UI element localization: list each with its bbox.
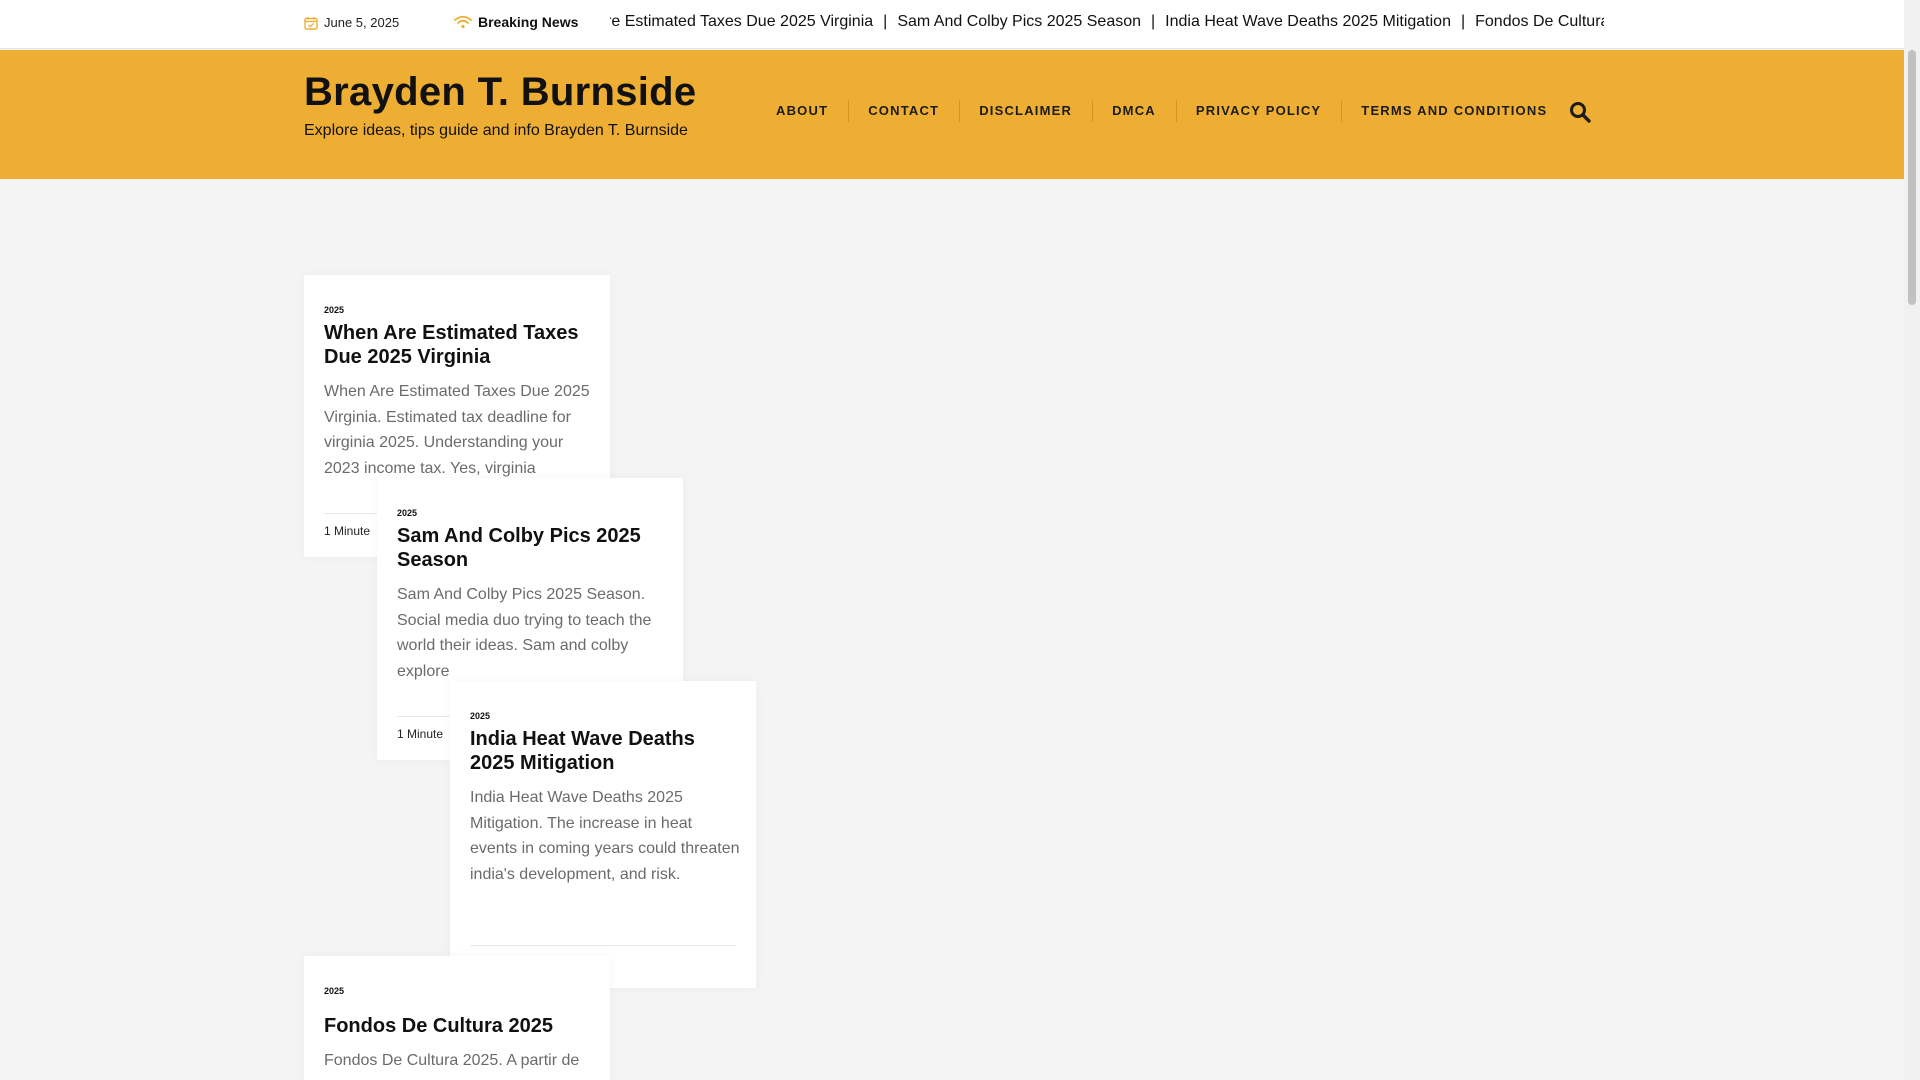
- ticker-track: When Are Estimated Taxes Due 2025 Virgin…: [610, 13, 1604, 31]
- post-category[interactable]: 2025: [397, 508, 417, 518]
- post-excerpt: When Are Estimated Taxes Due 2025 Virgin…: [324, 383, 590, 477]
- post-category[interactable]: 2025: [470, 711, 490, 721]
- post-title[interactable]: Sam And Colby Pics 2025 Season: [397, 524, 667, 572]
- nav-item-dmca[interactable]: DMCA: [1092, 100, 1176, 122]
- ticker-separator: |: [1151, 13, 1156, 30]
- site-tagline: Explore ideas, tips guide and info Brayd…: [304, 122, 688, 139]
- calendar-icon: [304, 16, 318, 30]
- post-card: 2025 India Heat Wave Deaths 2025 Mitigat…: [450, 681, 756, 988]
- post-read-time: 1 Minute: [397, 727, 444, 741]
- top-bar: June 5, 2025 Breaking News When Are Esti…: [0, 0, 1904, 49]
- scrollbar-thumb[interactable]: [1908, 50, 1916, 305]
- post-excerpt: Sam And Colby Pics 2025 Season. Social m…: [397, 586, 652, 680]
- post-read-time: 1 Minute: [324, 524, 371, 538]
- ticker-item[interactable]: Sam And Colby Pics 2025 Season: [897, 13, 1141, 31]
- main-nav: ABOUT CONTACT DISCLAIMER DMCA PRIVACY PO…: [756, 100, 1567, 122]
- ticker-separator: |: [1460, 13, 1466, 30]
- date-text: June 5, 2025: [324, 15, 400, 30]
- post-card: 2025 Fondos De Cultura 2025 Fondos De Cu…: [304, 956, 610, 1080]
- nav-item-contact[interactable]: CONTACT: [848, 100, 959, 122]
- nav-item-disclaimer[interactable]: DISCLAIMER: [959, 100, 1092, 122]
- page-scrollbar[interactable]: [1904, 0, 1920, 1080]
- news-ticker: When Are Estimated Taxes Due 2025 Virgin…: [610, 13, 1604, 35]
- search-icon: [1570, 102, 1591, 123]
- ticker-item[interactable]: India Heat Wave Deaths 2025 Mitigation: [1165, 13, 1451, 31]
- ticker-separator: |: [883, 13, 888, 30]
- card-divider: [470, 945, 736, 946]
- search-button[interactable]: [1568, 100, 1592, 124]
- nav-item-privacy-policy[interactable]: PRIVACY POLICY: [1175, 100, 1341, 122]
- wifi-icon: [454, 15, 472, 29]
- post-title[interactable]: India Heat Wave Deaths 2025 Mitigation: [470, 727, 740, 775]
- post-category[interactable]: 2025: [324, 305, 344, 315]
- breaking-news-label: Breaking News: [454, 14, 578, 30]
- site-header: Brayden T. Burnside Explore ideas, tips …: [0, 50, 1904, 179]
- nav-item-about[interactable]: ABOUT: [756, 103, 848, 118]
- post-excerpt: Fondos De Cultura 2025. A partir de: [324, 1052, 580, 1069]
- current-date: June 5, 2025: [304, 15, 399, 30]
- nav-item-terms[interactable]: TERMS AND CONDITIONS: [1341, 100, 1567, 122]
- post-title[interactable]: Fondos De Cultura 2025: [324, 1014, 594, 1038]
- post-excerpt: India Heat Wave Deaths 2025 Mitigation. …: [470, 789, 740, 883]
- site-title[interactable]: Brayden T. Burnside: [304, 70, 696, 115]
- ticker-item[interactable]: Fondos De Cultura 2025: [1475, 13, 1604, 31]
- ticker-item[interactable]: When Are Estimated Taxes Due 2025 Virgin…: [610, 13, 873, 31]
- post-category[interactable]: 2025: [324, 986, 344, 996]
- post-title[interactable]: When Are Estimated Taxes Due 2025 Virgin…: [324, 321, 594, 369]
- breaking-news-text: Breaking News: [478, 14, 579, 30]
